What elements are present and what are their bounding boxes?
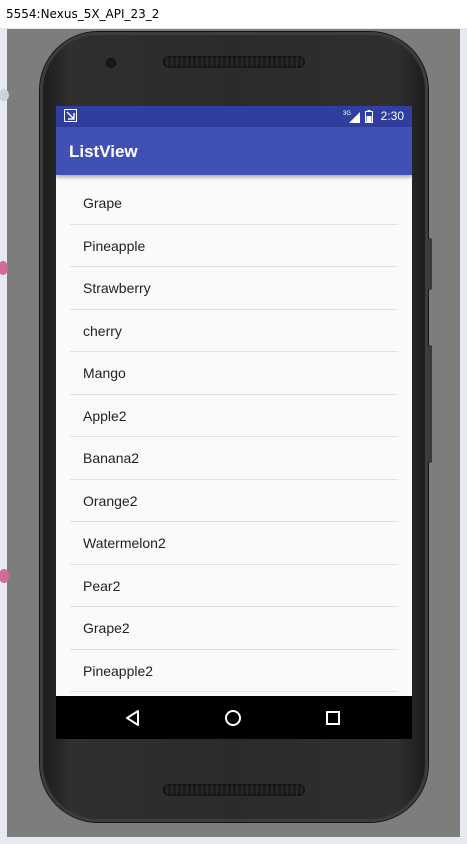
list-item-label: Pineapple xyxy=(83,237,146,254)
battery-icon xyxy=(365,110,373,123)
bottom-speaker xyxy=(163,784,305,796)
list-item-label: Banana2 xyxy=(83,450,140,466)
list-item[interactable]: Pear2 xyxy=(70,565,397,607)
list-item-label: Grape xyxy=(83,195,122,211)
network-type-label: 3G xyxy=(343,111,351,117)
list-item[interactable]: Pineapple2 xyxy=(70,650,397,692)
navigation-bar xyxy=(56,696,412,739)
window-titlebar: 5554:Nexus_5X_API_23_2 xyxy=(0,0,467,28)
list-item-label: Pineapple2 xyxy=(83,662,154,679)
recents-icon[interactable] xyxy=(322,707,344,729)
list-item[interactable]: Apple2 xyxy=(70,395,397,437)
front-camera xyxy=(106,58,116,68)
fruit-list[interactable]: Grape Pineapple Strawberry cherry Mango … xyxy=(56,182,412,696)
list-item-label: Apple2 xyxy=(83,407,127,424)
status-bar: 3G 2:30 xyxy=(56,106,412,127)
signal-icon: 3G xyxy=(343,111,360,123)
status-time: 2:30 xyxy=(380,109,404,123)
list-item[interactable]: Mango xyxy=(70,352,397,395)
window-title: 5554:Nexus_5X_API_23_2 xyxy=(6,7,160,21)
list-item-label: Grape2 xyxy=(83,620,130,636)
top-speaker xyxy=(163,56,305,68)
list-item[interactable]: Watermelon2 xyxy=(70,522,397,565)
list-item-label: Mango xyxy=(83,365,126,381)
list-item[interactable]: Pineapple xyxy=(70,225,397,267)
list-item[interactable]: Strawberry xyxy=(70,267,397,310)
list-item[interactable]: cherry xyxy=(70,310,397,352)
notification-icon xyxy=(64,109,77,122)
list-item-label: Orange2 xyxy=(83,492,138,509)
list-item-label: Pear2 xyxy=(83,577,121,594)
list-item-label: Watermelon2 xyxy=(83,535,166,551)
list-item[interactable]: Orange2 xyxy=(70,480,397,522)
list-item[interactable]: Grape2 xyxy=(70,607,397,650)
device-screen: 3G 2:30 ListView Grape Pineapple Strawbe… xyxy=(56,106,412,739)
list-item-label: cherry xyxy=(83,322,122,339)
volume-rocker[interactable] xyxy=(428,345,432,463)
list-item[interactable]: Banana2 xyxy=(70,437,397,480)
power-button[interactable] xyxy=(428,238,432,290)
list-item[interactable]: Grape xyxy=(70,182,397,225)
app-bar: ListView xyxy=(56,127,412,175)
home-icon[interactable] xyxy=(222,707,244,729)
app-title: ListView xyxy=(69,142,138,161)
back-icon[interactable] xyxy=(122,707,144,729)
list-item-label: Strawberry xyxy=(83,280,151,296)
